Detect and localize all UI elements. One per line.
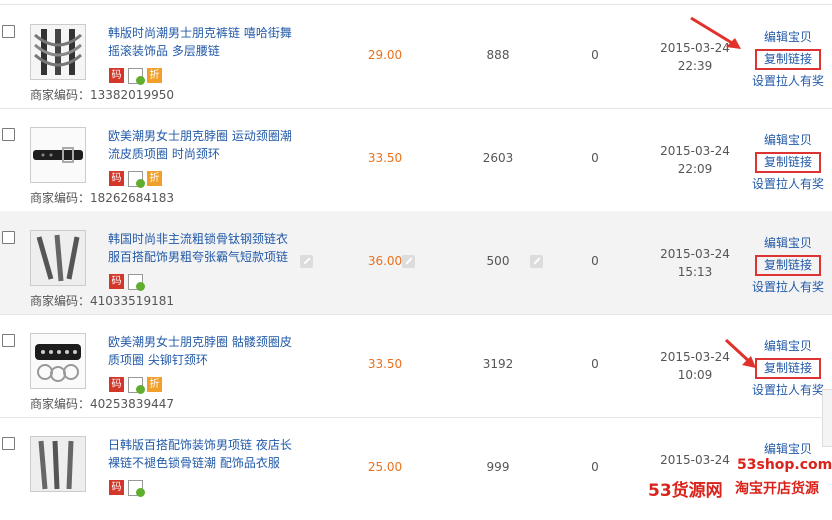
set-referral-reward-link[interactable]: 设置拉人有奖 — [744, 277, 832, 298]
listing-time: 2015-03-24 15:13 — [650, 245, 740, 281]
merchant-code: 商家编码：18262684183 — [30, 191, 174, 205]
listing-clock: 15:13 — [677, 265, 713, 279]
price-value: 33.50 — [367, 357, 403, 371]
waist-chain-image — [31, 25, 85, 79]
stock-value: 2603 — [482, 151, 514, 165]
listing-clock: 22:39 — [677, 59, 713, 73]
set-referral-reward-link[interactable]: 设置拉人有奖 — [744, 174, 832, 195]
listing-clock: 22:09 — [677, 162, 713, 176]
badge-group: 码折 — [109, 377, 166, 394]
product-thumbnail[interactable] — [30, 436, 86, 492]
code-badge-icon[interactable]: 码 — [109, 68, 124, 83]
discount-badge-icon[interactable]: 折 — [147, 171, 162, 186]
stock-value: 3192 — [482, 357, 514, 371]
necklace-image — [31, 231, 85, 285]
verified-doc-icon[interactable] — [128, 68, 145, 85]
product-title-link[interactable]: 欧美潮男女士朋克脖圈 运动颈圈潮流皮质项圈 时尚颈环 — [108, 127, 298, 163]
set-referral-reward-link[interactable]: 设置拉人有奖 — [744, 380, 832, 401]
edit-pencil-icon[interactable] — [402, 255, 415, 268]
watermark-brand: 53货源网 — [648, 481, 723, 501]
row-checkbox[interactable] — [2, 334, 15, 347]
listing-time: 2015-03-24 22:09 — [650, 142, 740, 178]
sold-value: 0 — [591, 48, 599, 62]
sold-value: 0 — [591, 460, 599, 474]
verified-doc-icon[interactable] — [128, 171, 145, 188]
product-thumbnail[interactable] — [30, 333, 86, 389]
verified-doc-icon[interactable] — [128, 274, 145, 291]
collar-image — [31, 128, 85, 182]
row-checkbox[interactable] — [2, 231, 15, 244]
listing-time: 2015-03-24 — [650, 451, 740, 469]
edit-pencil-icon[interactable] — [300, 255, 313, 268]
product-title-link[interactable]: 日韩版百搭配饰装饰男项链 夜店长裸链不褪色锁骨链潮 配饰品衣服 — [108, 436, 298, 472]
copy-link-button[interactable]: 复制链接 — [754, 255, 821, 276]
side-scroll-tab[interactable] — [822, 389, 832, 447]
product-thumbnail[interactable] — [30, 127, 86, 183]
stock-value: 500 — [486, 254, 510, 268]
listing-date: 2015-03-24 — [660, 247, 730, 261]
code-badge-icon[interactable]: 码 — [109, 377, 124, 392]
sold-value: 0 — [591, 151, 599, 165]
row-checkbox[interactable] — [2, 128, 15, 141]
sold-value: 0 — [591, 254, 599, 268]
code-badge-icon[interactable]: 码 — [109, 171, 124, 186]
row-checkbox[interactable] — [2, 25, 15, 38]
price-value: 33.50 — [367, 151, 403, 165]
code-badge-icon[interactable]: 码 — [109, 274, 124, 289]
stock-value: 999 — [486, 460, 510, 474]
row-actions: 编辑宝贝 复制链接 设置拉人有奖 — [744, 27, 832, 92]
badge-group: 码折 — [109, 171, 166, 188]
edit-item-link[interactable]: 编辑宝贝 — [744, 27, 832, 48]
row-actions: 编辑宝贝 复制链接 设置拉人有奖 — [744, 130, 832, 195]
annotation-arrow-icon — [690, 16, 741, 49]
stock-value: 888 — [486, 48, 510, 62]
row-actions: 编辑宝贝 复制链接 设置拉人有奖 — [744, 233, 832, 298]
watermark-url: 53shop.com — [737, 457, 832, 473]
product-thumbnail[interactable] — [30, 230, 86, 286]
studded-collar-image — [31, 334, 85, 388]
merchant-code: 商家编码：41033519181 — [30, 294, 174, 308]
annotation-arrow-icon — [724, 338, 756, 368]
product-title-link[interactable]: 韩版时尚潮男士朋克裤链 嘻哈街舞摇滚装饰品 多层腰链 — [108, 24, 298, 60]
listing-date: 2015-03-24 — [660, 144, 730, 158]
price-value: 25.00 — [367, 460, 403, 474]
discount-badge-icon[interactable]: 折 — [147, 377, 162, 392]
edit-item-link[interactable]: 编辑宝贝 — [744, 130, 832, 151]
badge-group: 码 — [109, 274, 147, 291]
set-referral-reward-link[interactable]: 设置拉人有奖 — [744, 71, 832, 92]
sold-value: 0 — [591, 357, 599, 371]
price-value: 29.00 — [367, 48, 403, 62]
row-checkbox[interactable] — [2, 437, 15, 450]
copy-link-button[interactable]: 复制链接 — [754, 49, 821, 70]
merchant-code: 商家编码：40253839447 — [30, 397, 174, 411]
table-row: 日韩版百搭配饰装饰男项链 夜店长裸链不褪色锁骨链潮 配饰品衣服 码 25.00 … — [0, 417, 832, 520]
merchant-code: 商家编码：13382019950 — [30, 88, 174, 102]
badge-group: 码折 — [109, 68, 166, 85]
table-row: 韩国时尚非主流粗锁骨钛钢颈链衣服百搭配饰男粗夸张霸气短款项链 码 商家编码：41… — [0, 211, 832, 315]
edit-pencil-icon[interactable] — [530, 255, 543, 268]
product-thumbnail[interactable] — [30, 24, 86, 80]
table-row: 欧美潮男女士朋克脖圈 骷髅颈圈皮质项圈 尖铆钉颈环 码折 商家编码：402538… — [0, 314, 832, 418]
badge-group: 码 — [109, 480, 147, 497]
discount-badge-icon[interactable]: 折 — [147, 68, 162, 83]
copy-link-button[interactable]: 复制链接 — [754, 358, 821, 379]
product-title-link[interactable]: 欧美潮男女士朋克脖圈 骷髅颈圈皮质项圈 尖铆钉颈环 — [108, 333, 298, 369]
product-title-link[interactable]: 韩国时尚非主流粗锁骨钛钢颈链衣服百搭配饰男粗夸张霸气短款项链 — [108, 230, 298, 266]
edit-item-link[interactable]: 编辑宝贝 — [744, 233, 832, 254]
listing-date: 2015-03-24 — [660, 453, 730, 467]
verified-doc-icon[interactable] — [128, 480, 145, 497]
verified-doc-icon[interactable] — [128, 377, 145, 394]
table-row: 欧美潮男女士朋克脖圈 运动颈圈潮流皮质项圈 时尚颈环 码折 商家编码：18262… — [0, 108, 832, 212]
watermark-slogan: 淘宝开店货源 — [735, 478, 819, 498]
code-badge-icon[interactable]: 码 — [109, 480, 124, 495]
copy-link-button[interactable]: 复制链接 — [754, 152, 821, 173]
chain-necklace-image — [31, 437, 85, 491]
